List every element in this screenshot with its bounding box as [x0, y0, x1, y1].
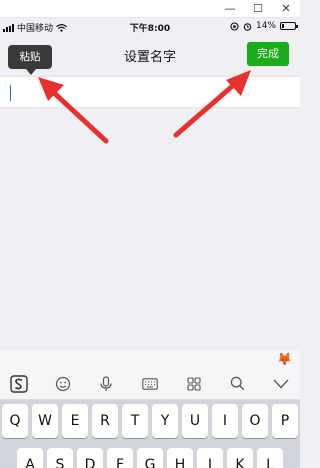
paste-tooltip[interactable]: 粘贴	[8, 45, 52, 75]
window-title-bar: — ☐ ✕	[0, 0, 300, 18]
key-r[interactable]: R	[92, 404, 118, 438]
keyboard-suggestion-bar: 🦊	[0, 350, 300, 368]
collapse-icon[interactable]	[270, 373, 292, 395]
maximize-icon[interactable]: ☐	[249, 1, 267, 17]
keyboard-row-1: QWERTYUIOP	[2, 404, 298, 438]
key-p[interactable]: P	[272, 404, 298, 438]
key-y[interactable]: Y	[152, 404, 178, 438]
sogou-mascot-icon[interactable]: 🦊	[277, 352, 292, 366]
keyboard-row-2: ASDFGHJKL	[2, 448, 298, 468]
battery-icon	[280, 22, 298, 30]
name-input[interactable]	[0, 76, 300, 108]
key-h[interactable]: H	[167, 448, 193, 468]
alarm-icon	[243, 22, 252, 31]
search-icon[interactable]	[226, 373, 248, 395]
emoji-face-icon[interactable]	[52, 373, 74, 395]
microphone-icon[interactable]	[95, 373, 117, 395]
key-a[interactable]: A	[17, 448, 43, 468]
keyboard-icon[interactable]	[139, 373, 161, 395]
done-button[interactable]: 完成	[247, 42, 289, 66]
status-bar: 中国移动 下午8:00 14%	[0, 18, 300, 34]
orientation-lock-icon	[230, 21, 239, 31]
close-icon[interactable]: ✕	[277, 1, 295, 17]
key-j[interactable]: J	[197, 448, 223, 468]
key-l[interactable]: L	[257, 448, 283, 468]
key-e[interactable]: E	[62, 404, 88, 438]
key-q[interactable]: Q	[2, 404, 28, 438]
minimize-icon[interactable]: —	[221, 1, 239, 17]
key-g[interactable]: G	[137, 448, 163, 468]
key-i[interactable]: I	[212, 404, 238, 438]
key-u[interactable]: U	[182, 404, 208, 438]
sogou-logo-icon[interactable]	[8, 373, 30, 395]
grid-icon[interactable]	[183, 373, 205, 395]
key-f[interactable]: F	[107, 448, 133, 468]
key-w[interactable]: W	[32, 404, 58, 438]
keyboard-toolbar	[0, 368, 300, 400]
key-t[interactable]: T	[122, 404, 148, 438]
key-s[interactable]: S	[47, 448, 73, 468]
battery-percent: 14%	[255, 21, 276, 31]
key-d[interactable]: D	[77, 448, 103, 468]
key-k[interactable]: K	[227, 448, 253, 468]
keyboard: QWERTYUIOP ASDFGHJKL	[0, 400, 300, 468]
key-o[interactable]: O	[242, 404, 268, 438]
text-cursor	[10, 85, 11, 101]
